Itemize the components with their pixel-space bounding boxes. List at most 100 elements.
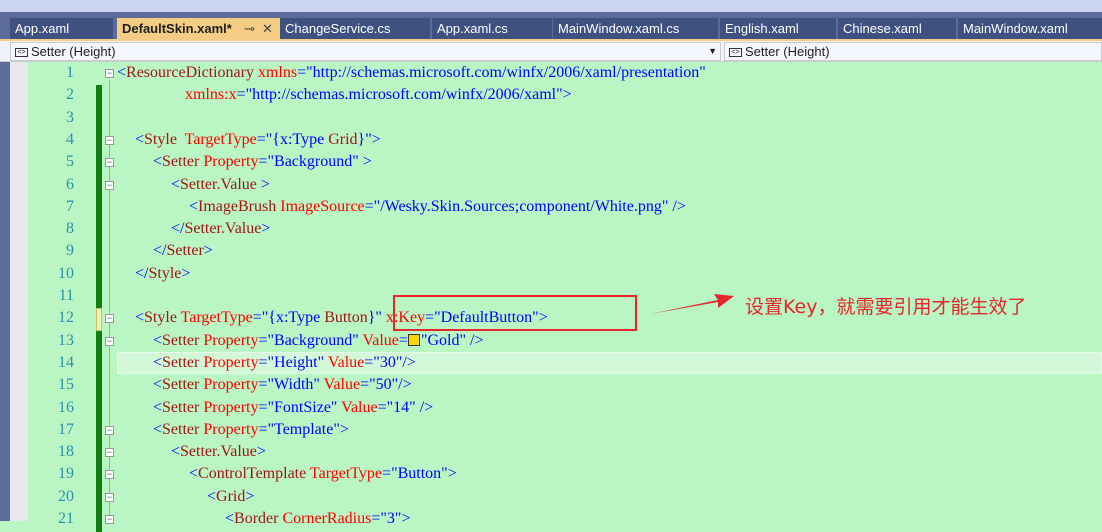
code-line[interactable]: </Setter.Value> — [171, 218, 270, 240]
code-token: = — [297, 64, 307, 81]
code-token: </ — [135, 264, 149, 282]
code-line[interactable]: <Border CornerRadius="3"> — [225, 508, 410, 530]
collapse-icon[interactable]: − — [105, 69, 114, 78]
code-line[interactable]: <ResourceDictionary xmlns="http://schema… — [117, 62, 706, 84]
code-token: < — [207, 487, 217, 505]
code-line[interactable]: <Setter Property="Height" Value="30"/> — [153, 352, 416, 374]
code-token: Setter.Value — [180, 175, 257, 193]
code-token: = — [258, 420, 268, 438]
code-token: > — [358, 153, 372, 171]
tab-label: English.xaml — [725, 21, 799, 36]
collapse-icon[interactable]: − — [105, 448, 114, 458]
code-token: Setter.Value — [184, 220, 262, 238]
tab-changeservice-cs[interactable]: ChangeService.cs — [280, 18, 430, 39]
code-token: > — [256, 175, 270, 193]
change-marker — [96, 308, 102, 332]
tab-defaultskin-xaml-[interactable]: DefaultSkin.xaml* ⊸ ✕ — [117, 18, 280, 39]
toolbar-strip — [0, 0, 1102, 12]
tab-label: DefaultSkin.xaml* — [122, 21, 232, 36]
code-token: }" — [367, 309, 382, 327]
code-token: > — [339, 420, 349, 438]
code-token: > — [401, 510, 411, 527]
code-token: > — [203, 242, 213, 260]
code-token: "Background" — [267, 153, 359, 171]
code-token: Property — [199, 353, 259, 371]
code-line[interactable]: <Setter.Value> — [171, 441, 266, 463]
change-marker — [96, 174, 102, 198]
collapse-icon[interactable]: − — [105, 515, 114, 524]
chevron-down-icon[interactable]: ▼ — [708, 43, 717, 60]
code-line[interactable]: </Setter> — [153, 240, 213, 262]
code-token: "http://schemas.microsoft.com/winfx/2006… — [245, 86, 563, 104]
code-token: Property — [199, 398, 259, 416]
tab-chinese-xaml[interactable]: Chinese.xaml — [838, 18, 956, 39]
change-marker — [96, 85, 102, 109]
element-icon: <> — [15, 48, 28, 58]
type-member-dropdown-right[interactable]: <> Setter (Height) — [724, 42, 1102, 61]
pin-icon[interactable]: ⊸ — [244, 18, 255, 39]
collapse-icon[interactable]: − — [105, 492, 114, 502]
code-token: Setter — [162, 353, 200, 371]
collapse-icon[interactable]: − — [105, 135, 114, 145]
annotation-text: 设置Key，就需要引用才能生效了 — [745, 296, 1027, 318]
right-combo-value: Setter (Height) — [745, 44, 830, 59]
tab-mainwindow-xaml[interactable]: MainWindow.xaml — [958, 18, 1102, 39]
type-member-dropdown-left[interactable]: <> Setter (Height) ▼ — [10, 42, 721, 61]
code-token: "/Wesky.Skin.Sources;component/White.png… — [373, 197, 669, 215]
code-token: Value — [337, 398, 378, 416]
code-line[interactable]: <Setter Property="Background" Value= "Gol… — [153, 330, 483, 352]
code-token: < — [153, 353, 163, 371]
collapse-icon[interactable]: − — [105, 314, 114, 324]
code-line[interactable]: xmlns:x="http://schemas.microsoft.com/wi… — [117, 84, 572, 106]
tab-label: Chinese.xaml — [843, 21, 922, 36]
change-marker — [96, 152, 102, 175]
code-token: Property — [199, 153, 259, 171]
code-line[interactable]: <Setter.Value > — [171, 174, 270, 196]
tab-app-xaml[interactable]: App.xaml — [10, 18, 113, 39]
code-token: = — [377, 398, 387, 416]
code-line[interactable]: </Style> — [135, 263, 190, 285]
code-token: Value — [358, 331, 399, 349]
line-number: 11 — [58, 287, 74, 304]
indicator-margin — [10, 62, 28, 521]
code-token: = — [258, 331, 268, 349]
code-line[interactable]: <Setter Property="Background" > — [153, 151, 372, 173]
change-marker — [96, 129, 102, 153]
code-token: </ — [171, 220, 185, 238]
code-token: }" — [357, 130, 372, 148]
tab-app-xaml-cs[interactable]: App.xaml.cs — [432, 18, 552, 39]
line-number: 20 — [58, 487, 74, 505]
code-token: Setter — [162, 398, 200, 416]
code-token: Value — [324, 353, 365, 371]
code-token: "http://schemas.microsoft.com/winfx/2006… — [306, 64, 706, 81]
code-token: Property — [199, 420, 259, 438]
code-line[interactable]: <ControlTemplate TargetType="Button"> — [189, 463, 457, 485]
line-number: 19 — [58, 465, 74, 483]
collapse-icon[interactable]: − — [105, 180, 114, 190]
collapse-icon[interactable]: − — [105, 425, 114, 435]
collapse-icon[interactable]: − — [105, 336, 114, 346]
code-token: < — [153, 376, 163, 394]
tab-mainwindow-xaml-cs[interactable]: MainWindow.xaml.cs — [553, 18, 718, 39]
code-line[interactable]: <ImageBrush ImageSource="/Wesky.Skin.Sou… — [189, 196, 686, 218]
collapse-icon[interactable]: − — [105, 470, 114, 480]
code-line[interactable]: <Grid> — [207, 486, 254, 508]
code-token: < — [135, 130, 145, 148]
change-marker — [96, 509, 102, 532]
code-line[interactable]: <Style TargetType="{x:Type Grid}"> — [135, 129, 381, 151]
close-icon[interactable]: ✕ — [262, 18, 273, 39]
code-line[interactable]: <Setter Property="Template"> — [153, 419, 349, 441]
code-line[interactable]: <Setter Property="FontSize" Value="14" /… — [153, 397, 433, 419]
code-token: < — [117, 64, 127, 81]
code-token: "50" — [369, 376, 399, 394]
code-token: TargetType — [176, 309, 253, 327]
code-line[interactable]: <Setter Property="Width" Value="50"/> — [153, 374, 412, 396]
code-token: = — [256, 130, 266, 148]
code-token: Style — [148, 264, 182, 282]
tab-english-xaml[interactable]: English.xaml — [720, 18, 836, 39]
collapse-icon[interactable]: − — [105, 158, 114, 168]
code-token: Grid — [328, 130, 358, 148]
code-token: > — [245, 487, 255, 505]
line-number: 16 — [58, 398, 74, 416]
code-token: = — [364, 353, 374, 371]
